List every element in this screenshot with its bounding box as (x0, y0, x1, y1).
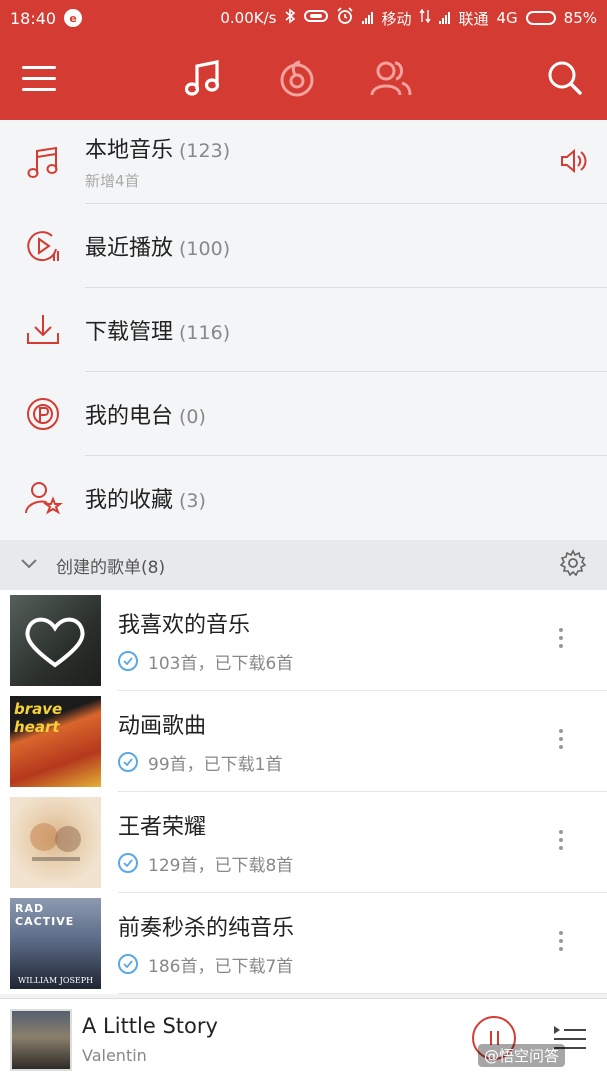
playlist-meta: 129首，已下载8首 (148, 855, 294, 876)
signal-icon-2 (439, 12, 451, 24)
playlist-row[interactable]: brave heart 动画歌曲 99首，已下载1首 (0, 691, 607, 792)
playlist-row[interactable]: 我喜欢的音乐 103首，已下载6首 (0, 590, 607, 691)
playlist-name: 我喜欢的音乐 (118, 612, 251, 638)
chevron-down-icon[interactable] (20, 555, 38, 575)
list-item-label: 下载管理 (85, 319, 174, 345)
illustration-icon (30, 823, 81, 861)
list-item-label: 我的电台 (85, 403, 174, 429)
list-item-count: (3) (179, 490, 206, 512)
music-note-icon (184, 60, 220, 96)
downloaded-check-icon (118, 954, 138, 974)
alarm-icon (336, 7, 354, 29)
cover-text-brave-heart: brave heart (14, 700, 63, 736)
netease-notification-icon: e (64, 9, 83, 27)
list-item-my-radio[interactable]: 我的电台 (0) (0, 372, 607, 456)
status-bar: 18:40 e 0.00K/s 移动 联通 4G 85% (0, 0, 607, 36)
playlist-cover: RAD CACTIVE WILLIAM JOSEPH (10, 898, 101, 989)
speaker-icon[interactable] (559, 146, 589, 180)
playlist-meta: 103首，已下载6首 (148, 653, 294, 674)
list-item-recent-play[interactable]: 最近播放 (100) (0, 204, 607, 288)
favorite-user-icon (0, 479, 85, 517)
data-transfer-icon (419, 8, 432, 27)
downloaded-check-icon (118, 651, 138, 671)
carrier-2: 联通 (458, 9, 489, 28)
top-bar: 18:40 e 0.00K/s 移动 联通 4G 85% (0, 0, 607, 120)
playlist-row[interactable]: RAD CACTIVE WILLIAM JOSEPH 前奏秒杀的纯音乐 186首… (0, 893, 607, 994)
list-item-count: (0) (179, 405, 206, 428)
menu-icon[interactable] (22, 58, 62, 98)
list-item-label: 最近播放 (85, 235, 174, 261)
created-playlists-header[interactable]: 创建的歌单(8) (0, 540, 607, 590)
now-playing-cover[interactable] (10, 1008, 72, 1071)
playlist-list: 我喜欢的音乐 103首，已下载6首 brave heart 动画歌曲 99首，已… (0, 590, 607, 994)
more-options-icon[interactable] (559, 729, 563, 749)
network-type: 4G (496, 9, 518, 27)
mini-player[interactable]: A Little Story Valentin (0, 998, 607, 1080)
playlist-name: 动画歌曲 (118, 713, 207, 739)
list-item-label: 我的收藏 (85, 488, 174, 513)
app-header (0, 36, 607, 120)
status-time: 18:40 (10, 8, 57, 28)
netease-logo-icon (280, 60, 314, 97)
carrier-1: 移动 (381, 9, 412, 28)
list-item-downloads[interactable]: 下载管理 (116) (0, 288, 607, 372)
downloaded-check-icon (118, 752, 138, 772)
cover-text-william-joseph: WILLIAM JOSEPH (18, 976, 94, 985)
heart-icon (25, 617, 85, 668)
list-item-count: (123) (179, 140, 231, 162)
more-options-icon[interactable] (559, 931, 563, 951)
network-speed: 0.00K/s (220, 9, 277, 27)
header-tabs (180, 36, 414, 120)
friends-icon (370, 61, 412, 96)
now-playing-artist: Valentin (82, 1046, 147, 1065)
app-root: 18:40 e 0.00K/s 移动 联通 4G 85% 本地音乐 (123) … (0, 0, 607, 1080)
list-item-local-music[interactable]: 本地音乐 (123) 新增4首 (0, 120, 607, 204)
playlist-cover (10, 797, 101, 888)
playlist-name: 前奏秒杀的纯音乐 (118, 915, 295, 941)
more-options-icon[interactable] (559, 830, 563, 850)
playlist-meta: 186首，已下载7首 (148, 956, 294, 977)
playlist-row[interactable]: 王者荣耀 129首，已下载8首 (0, 792, 607, 893)
tab-my-music[interactable] (180, 55, 226, 101)
downloaded-check-icon (118, 853, 138, 873)
download-icon (0, 311, 85, 349)
search-icon[interactable] (545, 58, 585, 98)
playlist-cover (10, 595, 101, 686)
battery-icon (525, 11, 556, 25)
list-item-my-favorites[interactable]: 我的收藏 (3) (0, 456, 607, 540)
list-item-subtitle: 新增4首 (85, 172, 140, 190)
recent-play-icon (0, 227, 85, 265)
tab-discover[interactable] (274, 55, 320, 101)
playlist-cover: brave heart (10, 696, 101, 787)
vibrate-icon (304, 9, 329, 27)
music-note-icon (0, 143, 85, 181)
list-item-count: (116) (179, 321, 231, 344)
bluetooth-icon (284, 8, 296, 28)
tab-friends[interactable] (368, 55, 414, 101)
playlist-name: 王者荣耀 (118, 814, 207, 840)
gear-icon[interactable] (559, 548, 587, 582)
playlist-meta: 99首，已下载1首 (148, 754, 283, 775)
radio-icon (0, 395, 85, 433)
my-music-list: 本地音乐 (123) 新增4首 最近播放 (100) 下载管理 (116) 我的… (0, 120, 607, 540)
cover-text-rad-cactive: RAD CACTIVE (15, 902, 75, 928)
created-playlists-label: 创建的歌单(8) (56, 557, 166, 578)
watermark: @悟空问答 (478, 1044, 566, 1067)
list-item-label: 本地音乐 (85, 138, 174, 163)
list-item-count: (100) (179, 237, 231, 260)
battery-percent: 85% (563, 9, 597, 27)
more-options-icon[interactable] (559, 628, 563, 648)
now-playing-title: A Little Story (82, 1014, 218, 1038)
signal-icon-1 (362, 12, 374, 24)
